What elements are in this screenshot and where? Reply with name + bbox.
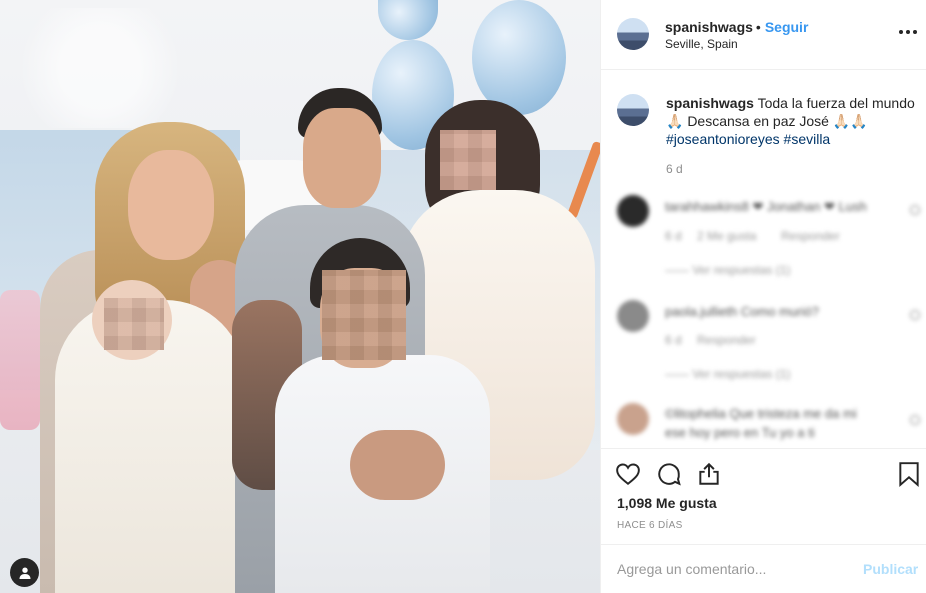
avatar: [617, 300, 649, 332]
location-link[interactable]: Seville, Spain: [665, 37, 738, 51]
more-options-icon[interactable]: [899, 30, 917, 34]
user-tag-icon[interactable]: [10, 558, 39, 587]
bookmark-icon[interactable]: [897, 461, 923, 487]
pixelated-face: [322, 270, 406, 360]
post-header: spanishwags • Seguir Seville, Spain: [601, 0, 926, 70]
post-side-panel: spanishwags • Seguir Seville, Spain spanis…: [600, 0, 926, 593]
comment-text: ©litophelia Que tristeza me da mi: [665, 406, 857, 421]
separator-dot: •: [755, 19, 761, 35]
pixelated-face: [104, 298, 164, 350]
balloon: [378, 0, 438, 40]
heart-icon: [910, 415, 920, 425]
post-actions: 1,098 Me gusta HACE 6 DÍAS Publicar: [601, 448, 926, 593]
comment-item: tarahhawkins8 ❤ Jonathan ❤ Lush 6 d 2 Me…: [601, 195, 926, 295]
pink-decoration: [0, 290, 40, 430]
balloon: [472, 0, 566, 115]
comment-meta: 6 d: [665, 229, 682, 243]
woman-face: [128, 150, 214, 260]
follow-button[interactable]: Seguir: [765, 19, 809, 35]
instagram-post-modal: spanishwags • Seguir Seville, Spain spanis…: [0, 0, 926, 593]
caption-timestamp: 6 d: [666, 162, 683, 176]
comment-text: tarahhawkins8 ❤ Jonathan ❤ Lush: [665, 199, 867, 214]
avatar[interactable]: [617, 18, 649, 50]
hashtag-link[interactable]: #sevilla: [784, 131, 831, 147]
view-replies: —— Ver respuestas (1): [665, 263, 791, 277]
comment-meta: Responder: [781, 229, 840, 243]
heart-icon: [910, 205, 920, 215]
comment-text: paola.jullieth Como murió?: [665, 304, 819, 319]
hashtag-link[interactable]: #joseantonioreyes: [666, 131, 780, 147]
header-user-line: spanishwags • Seguir: [665, 19, 808, 35]
caption-username[interactable]: spanishwags: [666, 95, 754, 111]
publish-button[interactable]: Publicar: [863, 561, 918, 577]
comment-icon[interactable]: [656, 461, 682, 487]
avatar: [617, 403, 649, 435]
comment-meta: Responder: [697, 333, 756, 347]
avatar[interactable]: [617, 94, 649, 126]
username-link[interactable]: spanishwags: [665, 19, 753, 35]
view-replies: —— Ver respuestas (1): [665, 367, 791, 381]
photo-decoration: [20, 8, 220, 128]
post-photo[interactable]: [0, 0, 600, 593]
post-timestamp: HACE 6 DÍAS: [617, 520, 683, 531]
like-count[interactable]: 1,098 Me gusta: [617, 495, 717, 511]
heart-icon[interactable]: [615, 461, 641, 487]
comment-text: ese hoy pero en Tu yo a ti: [665, 425, 815, 440]
comment-input[interactable]: [617, 559, 847, 579]
caption-text: spanishwags Toda la fuerza del mundo 🙏🏻 …: [666, 94, 924, 148]
pixelated-face: [440, 130, 496, 190]
avatar: [617, 195, 649, 227]
comment-meta: 2 Me gusta: [697, 229, 757, 243]
comment-item: ©litophelia Que tristeza me da mi ese ho…: [601, 403, 926, 448]
comment-meta: 6 d: [665, 333, 682, 347]
heart-icon: [910, 310, 920, 320]
add-comment-bar: Publicar: [601, 544, 926, 593]
man-face: [303, 108, 381, 208]
man-hand: [350, 430, 445, 500]
share-icon[interactable]: [696, 461, 722, 487]
comment-item: paola.jullieth Como murió? 6 d Responder…: [601, 300, 926, 400]
